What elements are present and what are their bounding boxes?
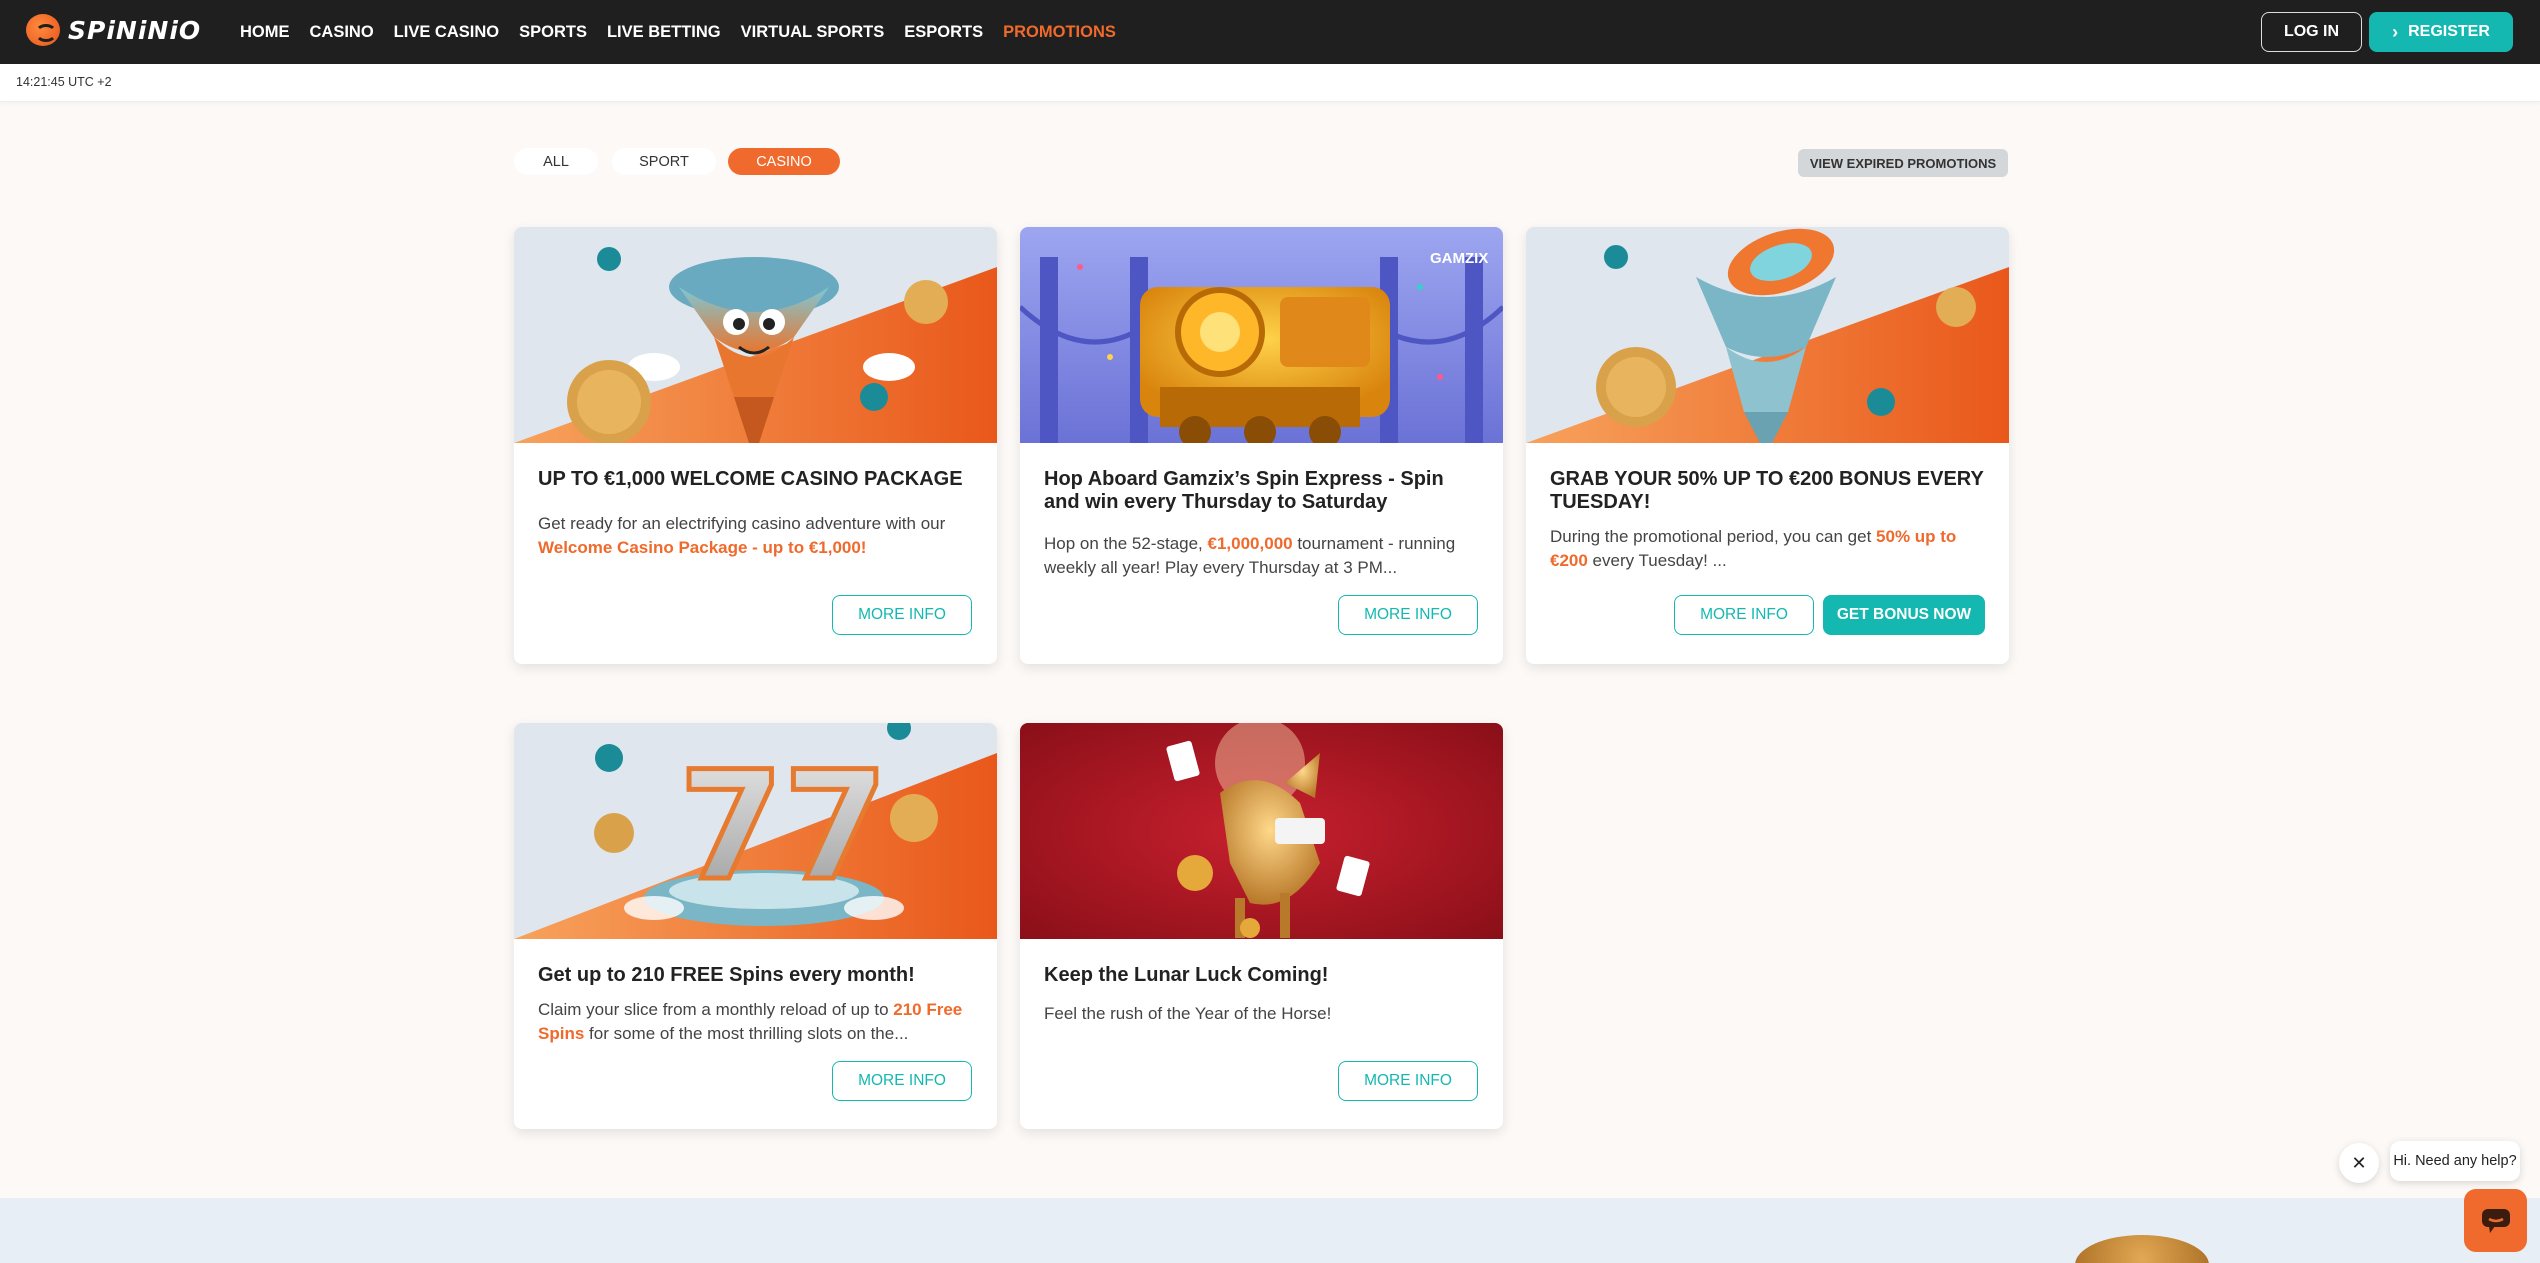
promo-title: GRAB YOUR 50% UP TO €200 BONUS EVERY TUE… [1550,468,1984,513]
promo-card: 77 Get up to 210 FREE Spins every month!… [514,723,997,1129]
chevron-right-icon: › [2392,22,2399,42]
promo-card: Keep the Lunar Luck Coming! Feel the rus… [1020,723,1503,1129]
svg-text:77: 77 [679,740,888,914]
top-navigation-bar: SPiNiNiO HOME CASINO LIVE CASINO SPORTS … [0,0,2540,64]
promo-title: Hop Aboard Gamzix’s Spin Express - Spin … [1044,468,1444,513]
register-button[interactable]: › REGISTER [2369,12,2513,52]
promo-card: UP TO €1,000 WELCOME CASINO PACKAGE Get … [514,227,997,664]
chat-launcher-button[interactable] [2464,1189,2527,1252]
server-clock: 14:21:45 UTC +2 [16,75,112,89]
more-info-button[interactable]: MORE INFO [832,1061,972,1101]
promo-description: Claim your slice from a monthly reload o… [538,1000,963,1043]
logo-icon [26,14,60,46]
logo-text: SPiNiNiO [68,15,202,45]
main-nav: HOME CASINO LIVE CASINO SPORTS LIVE BETT… [240,0,1136,64]
promo-image-tornado-chip[interactable] [1526,227,2009,443]
nav-item-sports[interactable]: SPORTS [519,23,587,42]
promo-card: GRAB YOUR 50% UP TO €200 BONUS EVERY TUE… [1526,227,2009,664]
nav-item-home[interactable]: HOME [240,23,290,42]
more-info-button[interactable]: MORE INFO [1338,595,1478,635]
nav-item-casino[interactable]: CASINO [310,23,374,42]
get-bonus-now-button[interactable]: GET BONUS NOW [1823,595,1985,635]
view-expired-promotions-button[interactable]: VIEW EXPIRED PROMOTIONS [1798,149,2008,177]
promo-image-spin-express-train[interactable]: GAMZIX [1020,227,1503,443]
close-icon[interactable]: ✕ [2339,1143,2379,1183]
more-info-button[interactable]: MORE INFO [1674,595,1814,635]
promo-title: Keep the Lunar Luck Coming! [1044,964,1329,986]
more-info-button[interactable]: MORE INFO [832,595,972,635]
promo-description: Feel the rush of the Year of the Horse! [1044,1004,1332,1023]
nav-item-live-casino[interactable]: LIVE CASINO [394,23,499,42]
time-bar: 14:21:45 UTC +2 [0,64,2540,102]
nav-item-live-betting[interactable]: LIVE BETTING [607,23,721,42]
promo-highlight[interactable]: €1,000,000 [1208,534,1293,553]
login-button[interactable]: LOG IN [2261,12,2362,52]
filter-tab-all[interactable]: ALL [514,148,598,175]
image-tag-gamzix: GAMZIX [1430,250,1488,267]
filter-tab-sport[interactable]: SPORT [612,148,716,175]
site-logo[interactable]: SPiNiNiO [26,14,201,46]
nav-item-virtual-sports[interactable]: VIRTUAL SPORTS [741,23,885,42]
promo-image-lunar-horse[interactable] [1020,723,1503,939]
nav-item-esports[interactable]: ESPORTS [904,23,983,42]
chat-icon [2481,1208,2510,1233]
filter-tab-casino[interactable]: CASINO [728,148,840,175]
chat-help-bubble[interactable]: Hi. Need any help? [2390,1141,2520,1181]
register-label: REGISTER [2408,23,2490,40]
nav-item-promotions[interactable]: PROMOTIONS [1003,23,1116,42]
promo-description: Hop on the 52-stage, €1,000,000 tourname… [1044,534,1456,577]
promo-title: UP TO €1,000 WELCOME CASINO PACKAGE [538,468,963,490]
promo-image-tornado-mascot[interactable] [514,227,997,443]
promo-title: Get up to 210 FREE Spins every month! [538,964,915,986]
promo-description: During the promotional period, you can g… [1550,527,1957,570]
promo-highlight[interactable]: Welcome Casino Package - up to €1,000! [538,538,866,557]
promo-card: GAMZIX Hop Aboard Gamzix’s Spin Express … [1020,227,1503,664]
more-info-button[interactable]: MORE INFO [1338,1061,1478,1101]
promo-image-lucky-777[interactable]: 77 [514,723,997,939]
promo-description: Get ready for an electrifying casino adv… [538,514,946,557]
